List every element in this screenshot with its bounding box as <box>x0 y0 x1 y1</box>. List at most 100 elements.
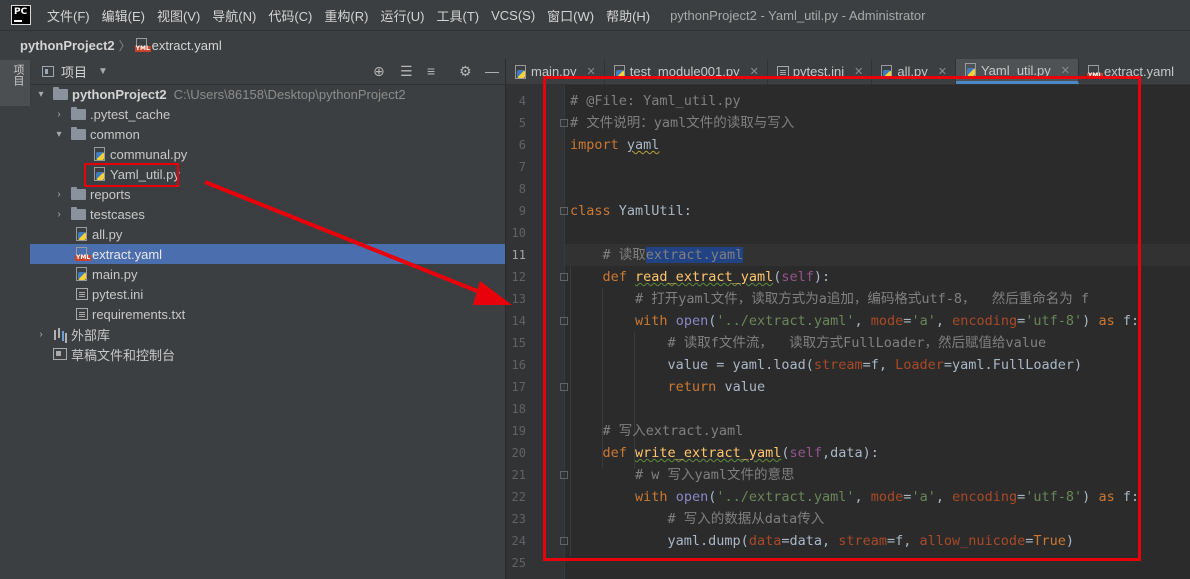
close-icon[interactable]: ✕ <box>1061 64 1070 77</box>
project-panel-title[interactable]: 项目 <box>61 62 87 81</box>
line-number: 12 <box>511 270 526 284</box>
folder-icon <box>71 206 86 220</box>
breadcrumb-file[interactable]: extract.yaml <box>152 38 222 53</box>
line-number: 24 <box>511 534 526 548</box>
tree-item-label: requirements.txt <box>92 306 186 322</box>
text-file-icon <box>76 308 88 320</box>
chevron-right-icon[interactable]: › <box>53 209 65 220</box>
menu-navigate[interactable]: 导航(N) <box>206 6 262 25</box>
tree-item-communal-py[interactable]: communal.py <box>30 144 505 164</box>
tree-item-label: .pytest_cache <box>90 106 171 122</box>
scratch-console-icon <box>53 348 67 360</box>
yaml-file-icon <box>134 38 151 52</box>
pycharm-logo-icon[interactable]: PC <box>11 5 31 25</box>
annotation-highlight-box <box>84 163 179 187</box>
expand-all-icon[interactable]: ☰ <box>400 64 413 78</box>
tree-item-external-libraries[interactable]: › 外部库 <box>30 324 505 344</box>
minimize-icon[interactable]: — <box>485 64 499 78</box>
menu-code[interactable]: 代码(C) <box>262 6 318 25</box>
folder-icon <box>71 186 86 200</box>
python-file-icon <box>75 267 89 281</box>
line-number: 13 <box>511 292 526 306</box>
tree-item-pytest-cache[interactable]: › .pytest_cache <box>30 104 505 124</box>
tree-item-all-py[interactable]: all.py <box>30 224 505 244</box>
collapse-all-icon[interactable]: ≡ <box>427 64 435 78</box>
breadcrumb: pythonProject2 〉 extract.yaml <box>0 30 1190 59</box>
folder-icon <box>71 126 86 140</box>
chevron-right-icon[interactable]: › <box>35 329 47 340</box>
tree-item-requirements-txt[interactable]: requirements.txt <box>30 304 505 324</box>
line-number: 20 <box>511 446 526 460</box>
window-title: pythonProject2 - Yaml_util.py - Administ… <box>670 7 926 23</box>
library-icon <box>53 328 67 340</box>
breadcrumb-project[interactable]: pythonProject2 <box>20 38 115 53</box>
tree-item-root[interactable]: ▾ pythonProject2 C:\Users\86158\Desktop\… <box>30 84 505 104</box>
target-icon[interactable]: ⊕ <box>373 64 385 78</box>
tree-item-label: pythonProject2 <box>72 86 167 102</box>
tree-item-label: extract.yaml <box>92 246 163 262</box>
tree-item-pytest-ini[interactable]: pytest.ini <box>30 284 505 304</box>
tree-item-label: 草稿文件和控制台 <box>71 347 176 363</box>
tree-item-common[interactable]: ▾ common <box>30 124 505 144</box>
line-number: 15 <box>511 336 526 350</box>
line-number: 4 <box>518 94 526 108</box>
line-number: 23 <box>511 512 526 526</box>
menu-file[interactable]: 文件(F) <box>41 6 96 25</box>
menu-help[interactable]: 帮助(H) <box>600 6 656 25</box>
chevron-right-icon[interactable]: › <box>53 189 65 200</box>
line-number: 19 <box>511 424 526 438</box>
line-number: 21 <box>511 468 526 482</box>
line-number: 9 <box>518 204 526 218</box>
line-number: 17 <box>511 380 526 394</box>
line-number: 22 <box>511 490 526 504</box>
tree-item-label: 外部库 <box>71 327 111 343</box>
project-tool-label[interactable]: 项目 <box>10 64 24 86</box>
title-bar: PC 文件(F) 编辑(E) 视图(V) 导航(N) 代码(C) 重构(R) 运… <box>0 0 1190 30</box>
menu-view[interactable]: 视图(V) <box>151 6 206 25</box>
tree-item-main-py[interactable]: main.py <box>30 264 505 284</box>
tool-window-stripe <box>0 59 30 579</box>
line-number: 6 <box>518 138 526 152</box>
tree-item-label: testcases <box>90 206 145 222</box>
chevron-down-icon[interactable]: ▾ <box>53 129 65 140</box>
menu-vcs[interactable]: VCS(S) <box>485 8 541 23</box>
line-number: 14 <box>511 314 526 328</box>
chevron-down-icon[interactable]: ▼ <box>98 66 108 77</box>
line-number: 25 <box>511 556 526 570</box>
line-number: 10 <box>511 226 526 240</box>
folder-icon <box>53 86 68 100</box>
menu-edit[interactable]: 编辑(E) <box>96 6 151 25</box>
project-view-icon <box>42 66 54 77</box>
chevron-right-icon[interactable]: › <box>53 109 65 120</box>
menu-window[interactable]: 窗口(W) <box>541 6 600 25</box>
line-number: 11 <box>511 248 526 262</box>
chevron-down-icon[interactable]: ▾ <box>35 89 47 100</box>
tree-item-extract-yaml[interactable]: extract.yaml <box>30 244 505 264</box>
line-number: 5 <box>518 116 526 130</box>
yaml-file-icon <box>75 247 92 261</box>
tree-item-testcases[interactable]: › testcases <box>30 204 505 224</box>
tree-item-reports[interactable]: › reports <box>30 184 505 204</box>
ini-file-icon <box>76 288 88 300</box>
project-path: C:\Users\86158\Desktop\pythonProject2 <box>173 86 406 102</box>
menu-tools[interactable]: 工具(T) <box>430 6 485 25</box>
line-number: 8 <box>518 182 526 196</box>
line-number: 7 <box>518 160 526 174</box>
python-file-icon <box>514 64 528 79</box>
gear-icon[interactable]: ⚙ <box>459 64 472 78</box>
menu-refactor[interactable]: 重构(R) <box>318 6 374 25</box>
chevron-right-icon: 〉 <box>118 38 131 53</box>
tree-item-label: communal.py <box>110 146 188 162</box>
tree-item-label: main.py <box>92 266 138 282</box>
line-number: 18 <box>511 402 526 416</box>
tab-overflow <box>1182 59 1190 84</box>
line-number: 16 <box>511 358 526 372</box>
menu-run[interactable]: 运行(U) <box>374 6 430 25</box>
tree-item-label: pytest.ini <box>92 286 144 302</box>
tree-item-label: all.py <box>92 226 123 242</box>
folder-icon <box>71 106 86 120</box>
python-file-icon <box>75 227 89 241</box>
python-file-icon <box>964 63 978 77</box>
tree-item-label: reports <box>90 186 131 202</box>
tree-item-scratches[interactable]: 草稿文件和控制台 <box>30 344 505 364</box>
